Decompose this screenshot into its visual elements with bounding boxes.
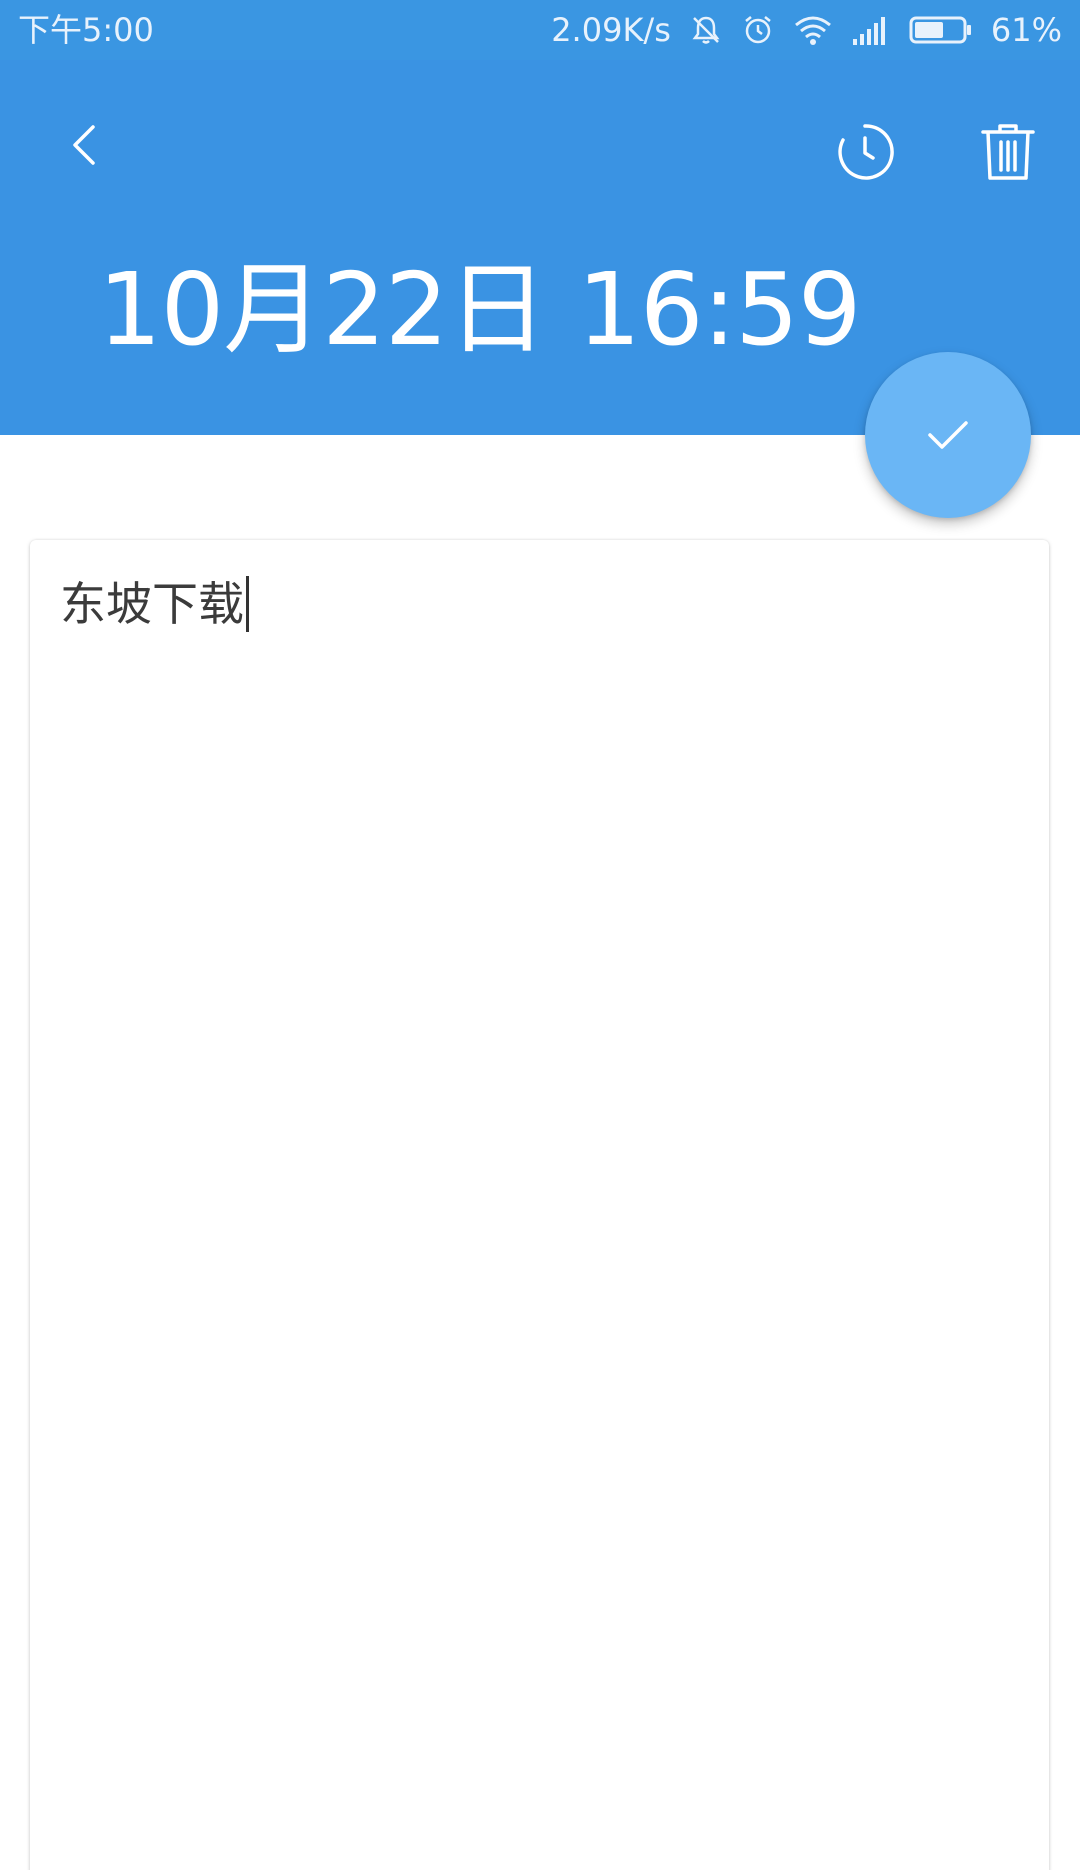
trash-icon	[981, 124, 1035, 180]
note-content-field[interactable]: 东坡下载	[60, 572, 249, 636]
history-button[interactable]	[825, 112, 905, 192]
delete-button[interactable]	[968, 112, 1048, 192]
signal-icon	[851, 13, 891, 47]
note-date-title: 10月22日 16:59	[98, 251, 861, 368]
alarm-icon	[741, 13, 775, 47]
note-content-text: 东坡下载	[60, 577, 244, 631]
back-icon	[73, 125, 95, 165]
note-editor[interactable]: 东坡下载	[30, 540, 1049, 1870]
wifi-icon	[793, 13, 833, 47]
text-cursor	[246, 576, 249, 632]
status-bar: 下午5:00 2.09K/s 61%	[0, 0, 1080, 60]
mute-icon	[689, 13, 723, 47]
save-fab-button[interactable]	[865, 352, 1031, 518]
check-icon	[928, 421, 968, 449]
battery-icon	[909, 13, 973, 47]
network-speed: 2.09K/s	[551, 11, 671, 49]
back-button[interactable]	[50, 110, 120, 180]
status-time: 下午5:00	[18, 11, 154, 49]
history-icon	[838, 124, 894, 180]
status-indicators: 2.09K/s 61%	[551, 8, 1062, 52]
note-editor-screen: 下午5:00 2.09K/s 61% 10月22日 16:59 东坡下载	[0, 0, 1080, 1870]
battery-percent: 61%	[990, 11, 1062, 49]
